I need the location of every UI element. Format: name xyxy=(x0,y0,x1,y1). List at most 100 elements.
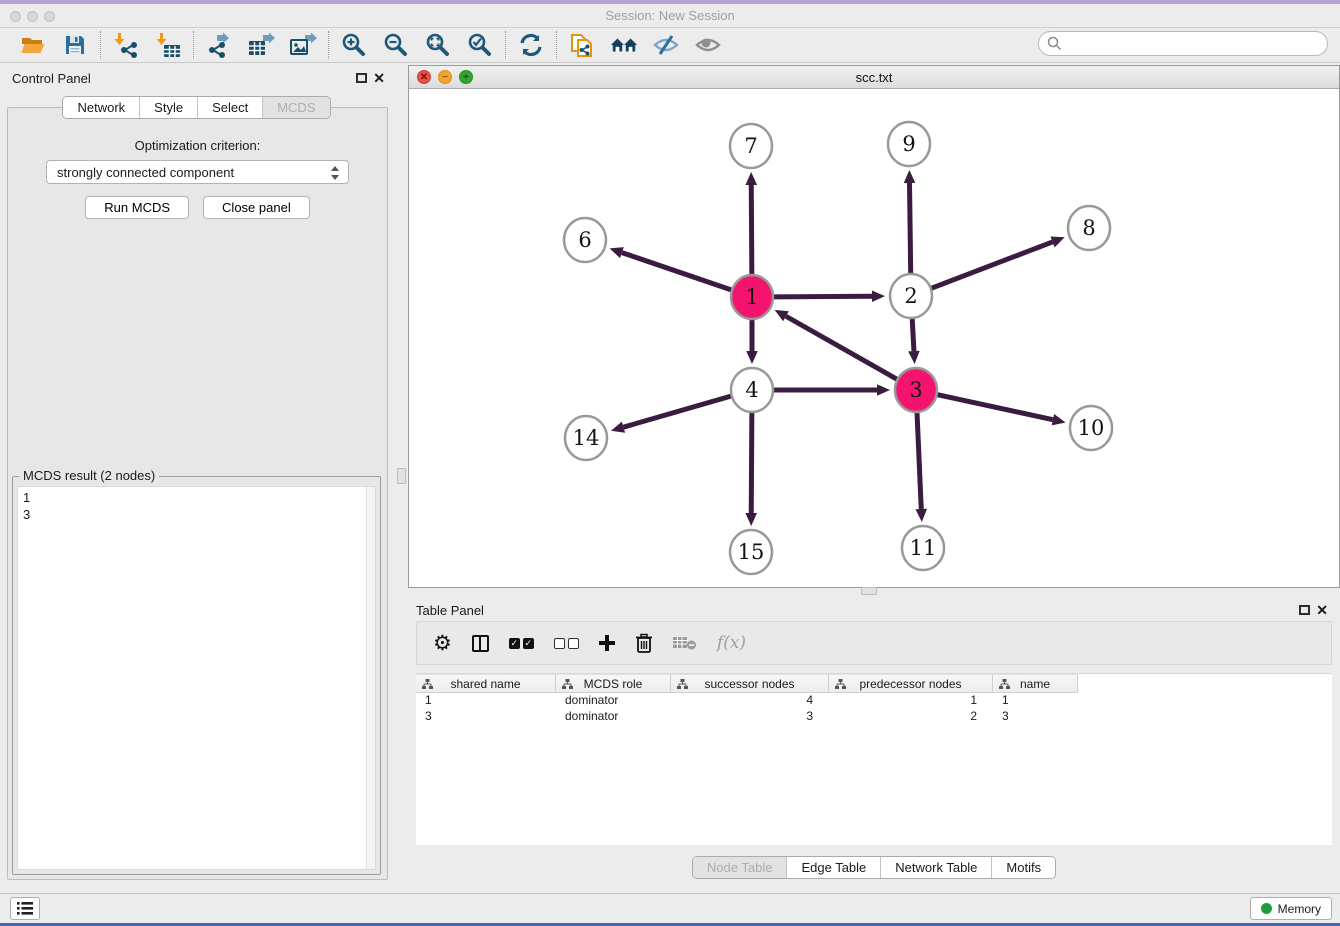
table-cell: 3 xyxy=(671,709,829,725)
export-table-icon[interactable] xyxy=(247,31,275,59)
table-cell: 3 xyxy=(993,709,1078,725)
float-panel-icon[interactable] xyxy=(356,73,367,83)
edge-2-9[interactable] xyxy=(910,183,911,274)
float-panel-icon[interactable] xyxy=(1299,605,1310,615)
search-field-wrap xyxy=(1038,31,1328,56)
column-header-MCDS-role[interactable]: MCDS role xyxy=(556,674,671,693)
graph-node-3[interactable]: 3 xyxy=(895,368,937,412)
tab-network[interactable]: Network xyxy=(63,97,139,118)
unselect-all-columns-icon[interactable] xyxy=(554,638,579,649)
graph-node-14[interactable]: 14 xyxy=(565,416,607,460)
column-header-successor-nodes[interactable]: successor nodes xyxy=(671,674,829,693)
graph-node-2[interactable]: 2 xyxy=(890,274,932,318)
edge-arrowhead xyxy=(904,170,916,183)
vertical-splitter-grip[interactable] xyxy=(397,468,406,484)
tab-style[interactable]: Style xyxy=(139,97,197,118)
select-all-columns-icon[interactable]: ✓✓ xyxy=(509,638,534,649)
control-panel-title: Control Panel xyxy=(12,71,91,86)
list-icon xyxy=(17,902,33,915)
edge-arrowhead xyxy=(746,351,758,364)
edge-arrowhead xyxy=(611,422,625,433)
tab-select[interactable]: Select xyxy=(197,97,262,118)
settings-icon[interactable]: ⚙ xyxy=(433,631,452,656)
graph-node-4[interactable]: 4 xyxy=(731,368,773,412)
delete-columns-icon[interactable] xyxy=(635,633,653,653)
close-panel-button[interactable]: Close panel xyxy=(203,196,310,219)
tab-edge-table[interactable]: Edge Table xyxy=(786,857,880,878)
edge-2-3[interactable] xyxy=(912,318,914,351)
first-neighbors-icon[interactable] xyxy=(517,31,545,59)
edge-4-14[interactable] xyxy=(623,396,730,427)
graph-node-7[interactable]: 7 xyxy=(730,124,772,168)
criterion-value: strongly connected component xyxy=(57,165,234,180)
zoom-selected-icon[interactable] xyxy=(466,31,494,59)
zoom-out-icon[interactable] xyxy=(382,31,410,59)
home-layout-icon[interactable] xyxy=(610,31,638,59)
task-history-button[interactable] xyxy=(10,897,40,920)
table-panel-tabs: Node TableEdge TableNetwork TableMotifs xyxy=(692,856,1056,879)
delete-table-icon[interactable] xyxy=(673,635,697,651)
memory-button[interactable]: Memory xyxy=(1250,897,1332,920)
column-header-predecessor-nodes[interactable]: predecessor nodes xyxy=(829,674,993,693)
graph-node-8[interactable]: 8 xyxy=(1068,206,1110,250)
horizontal-splitter-grip[interactable] xyxy=(861,587,877,595)
zoom-fit-icon[interactable] xyxy=(424,31,452,59)
app-titlebar: Session: New Session xyxy=(0,4,1340,28)
tab-node-table[interactable]: Node Table xyxy=(693,857,787,878)
node-label: 2 xyxy=(904,284,917,308)
criterion-dropdown[interactable]: strongly connected component xyxy=(46,160,349,184)
graph-node-15[interactable]: 15 xyxy=(730,530,772,574)
search-input[interactable] xyxy=(1038,31,1328,56)
show-hide-icon[interactable] xyxy=(694,31,722,59)
duplicate-network-icon[interactable] xyxy=(568,31,596,59)
table-header-row: shared nameMCDS rolesuccessor nodesprede… xyxy=(416,674,1332,693)
table-row[interactable]: 3dominator323 xyxy=(416,709,1332,725)
tab-motifs[interactable]: Motifs xyxy=(991,857,1055,878)
column-header-name[interactable]: name xyxy=(993,674,1078,693)
network-window: ✕ − + scc.txt 1234678910111415 xyxy=(408,65,1340,588)
node-label: 10 xyxy=(1078,416,1105,440)
graph-node-9[interactable]: 9 xyxy=(888,122,930,166)
node-table: shared nameMCDS rolesuccessor nodesprede… xyxy=(416,673,1332,845)
edge-2-8[interactable] xyxy=(932,242,1053,288)
edge-1-6[interactable] xyxy=(622,253,731,290)
graph-node-6[interactable]: 6 xyxy=(564,218,606,262)
open-folder-icon[interactable] xyxy=(19,31,47,59)
edge-3-11[interactable] xyxy=(917,412,921,509)
result-scrollbar[interactable] xyxy=(366,487,375,869)
show-columns-icon[interactable] xyxy=(472,635,489,652)
export-image-icon[interactable] xyxy=(289,31,317,59)
graph-node-1[interactable]: 1 xyxy=(731,275,773,319)
import-network-icon[interactable] xyxy=(112,31,140,59)
tab-mcds[interactable]: MCDS xyxy=(262,97,329,118)
table-panel: Table Panel ✕ ⚙ ✓✓ f(x) shared nameMCDS … xyxy=(408,597,1340,887)
zoom-in-icon[interactable] xyxy=(340,31,368,59)
control-panel-titlebar: Control Panel ✕ xyxy=(0,65,393,93)
save-icon[interactable] xyxy=(61,31,89,59)
edge-arrowhead xyxy=(908,351,920,364)
style-preview-icon[interactable] xyxy=(652,31,680,59)
edge-1-7[interactable] xyxy=(751,185,752,275)
run-mcds-button[interactable]: Run MCDS xyxy=(85,196,189,219)
export-network-icon[interactable] xyxy=(205,31,233,59)
table-cell: 4 xyxy=(671,693,829,709)
table-cell: 1 xyxy=(829,693,993,709)
import-table-icon[interactable] xyxy=(154,31,182,59)
function-builder-icon[interactable]: f(x) xyxy=(717,633,746,653)
close-panel-icon[interactable]: ✕ xyxy=(373,70,385,87)
mcds-result-group: MCDS result (2 nodes) 1 3 xyxy=(12,476,381,875)
edge-3-10[interactable] xyxy=(937,395,1052,420)
edge-1-2[interactable] xyxy=(774,296,872,297)
tab-network-table[interactable]: Network Table xyxy=(880,857,991,878)
graph-node-11[interactable]: 11 xyxy=(902,526,944,570)
add-column-icon[interactable] xyxy=(599,635,615,651)
mcds-result-box[interactable]: 1 3 xyxy=(17,486,376,870)
table-row[interactable]: 1dominator411 xyxy=(416,693,1332,709)
column-header-shared-name[interactable]: shared name xyxy=(416,674,556,693)
edge-arrowhead xyxy=(1050,236,1064,247)
edge-3-1[interactable] xyxy=(786,316,897,379)
graph-node-10[interactable]: 10 xyxy=(1070,406,1112,450)
close-panel-icon[interactable]: ✕ xyxy=(1316,602,1328,619)
edge-4-15[interactable] xyxy=(751,412,752,513)
network-canvas[interactable]: 1 2 3 4 6 7 8 9 10 11 14 15 xyxy=(409,89,1339,587)
